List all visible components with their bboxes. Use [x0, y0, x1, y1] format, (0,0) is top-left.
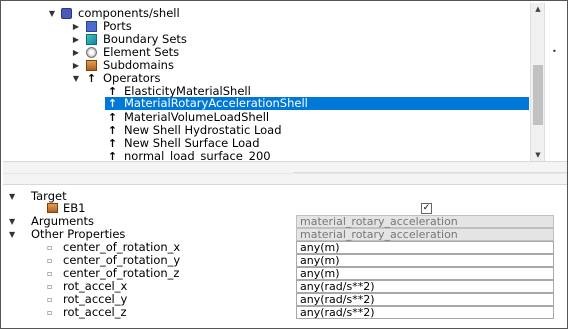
property-grid: ▼ Target EB1 ✓ ▼ Arguments material_rota… [3, 187, 567, 328]
scroll-down-icon[interactable]: ▼ [531, 149, 545, 161]
operator-arrow-icon: ↑ [107, 111, 118, 124]
side-panel-strip: • [544, 3, 567, 161]
splitter-column-divider [293, 172, 567, 173]
collapsed-arrow-icon[interactable]: ▶ [71, 20, 81, 33]
scrollbar-thumb[interactable] [533, 65, 543, 125]
bullet-icon: ▫ [47, 256, 53, 265]
bullet-icon: ▫ [47, 282, 53, 291]
property-value-field[interactable]: any(rad/s**2) [296, 293, 554, 306]
operator-arrow-icon: ↑ [107, 85, 118, 98]
tree-vertical-scrollbar[interactable]: ▲ ▼ [530, 3, 544, 161]
operator-arrow-icon: ↑ [107, 137, 118, 150]
tree-item-operator[interactable]: ↑ normal_load_surface_200 [107, 149, 271, 162]
target-checkbox[interactable]: ✓ [421, 203, 432, 214]
tree-item-operator-selected[interactable]: ↑ MaterialRotaryAccelerationShell [105, 97, 529, 110]
collapsed-arrow-icon[interactable]: ▶ [71, 46, 81, 59]
operator-arrow-icon: ↑ [86, 72, 97, 85]
property-label: rot_accel_z [63, 305, 127, 319]
splitter-line [3, 173, 567, 174]
dot-icon: • [552, 47, 557, 56]
component-cube-icon [61, 8, 72, 19]
operator-arrow-icon: ↑ [107, 150, 118, 161]
expand-arrow-icon[interactable]: ▼ [9, 228, 15, 241]
property-value-field[interactable]: any(m) [296, 241, 554, 254]
expand-arrow-icon[interactable]: ▼ [9, 215, 15, 228]
collapsed-arrow-icon[interactable]: ▶ [71, 59, 81, 72]
property-value-field[interactable]: any(rad/s**2) [296, 280, 554, 293]
expand-arrow-icon[interactable]: ▼ [71, 72, 81, 85]
expand-arrow-icon[interactable]: ▼ [47, 7, 57, 20]
subdomains-icon [86, 60, 97, 71]
tree-item-label: normal_load_surface_200 [124, 149, 271, 162]
bullet-icon: ▫ [47, 295, 53, 304]
element-block-icon [47, 203, 58, 213]
component-tree[interactable]: ▼ components/shell ▶ Ports ▶ Boundary Se… [3, 3, 544, 161]
bullet-icon: ▫ [47, 243, 53, 252]
arguments-value-field: material_rotary_acceleration [296, 215, 554, 228]
bullet-icon: ▫ [47, 308, 53, 317]
boundary-sets-icon [86, 34, 97, 45]
panel-splitter[interactable] [3, 161, 567, 185]
property-row[interactable]: ▫ rot_accel_z any(rad/s**2) [3, 306, 567, 319]
ports-cube-icon [86, 21, 97, 32]
element-sets-icon [86, 47, 97, 58]
other-properties-value-field: material_rotary_acceleration [296, 228, 554, 241]
operator-arrow-icon: ↑ [107, 124, 118, 137]
window-frame: ▼ components/shell ▶ Ports ▶ Boundary Se… [0, 0, 568, 329]
property-value-field[interactable]: any(m) [296, 254, 554, 267]
collapsed-arrow-icon[interactable]: ▶ [71, 33, 81, 46]
bullet-icon: ▫ [47, 269, 53, 278]
operator-arrow-icon: ↑ [107, 97, 118, 110]
tree-item-label: MaterialRotaryAccelerationShell [124, 96, 308, 110]
scroll-up-icon[interactable]: ▲ [531, 3, 545, 15]
property-value-field[interactable]: any(m) [296, 267, 554, 280]
property-value-field[interactable]: any(rad/s**2) [296, 306, 554, 319]
